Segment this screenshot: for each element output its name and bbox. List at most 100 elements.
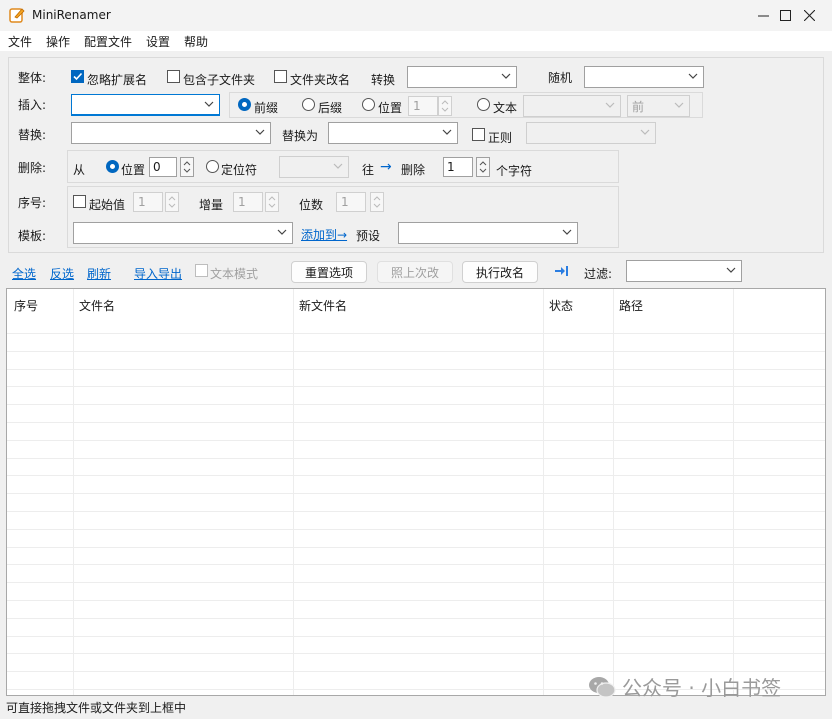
locator-select[interactable] [279, 156, 349, 178]
digits-label: 位数 [299, 198, 324, 212]
step-spinner[interactable]: 1 [233, 192, 263, 212]
replace-find-select[interactable] [71, 122, 271, 144]
app-icon [9, 8, 25, 23]
menu-settings[interactable]: 设置 [146, 33, 170, 50]
menu-help[interactable]: 帮助 [184, 33, 208, 50]
sequence-label: 序号: [18, 196, 47, 210]
locator-radio[interactable] [206, 160, 219, 173]
file-list-grid[interactable]: 序号 文件名 新文件名 状态 路径 [6, 288, 826, 696]
reset-options-button[interactable]: 重置选项 [291, 261, 367, 283]
grid-row-line [7, 440, 825, 441]
random-label: 随机 [548, 71, 573, 85]
execute-rename-button[interactable]: 执行改名 [462, 261, 538, 283]
insert-position-stepper[interactable] [438, 96, 452, 116]
chevron-down-icon [333, 163, 343, 169]
stepper-icon [479, 161, 487, 173]
convert-select[interactable] [407, 66, 517, 88]
ignore-ext-label: 忽略扩展名 [87, 73, 148, 87]
status-bar: 可直接拖拽文件或文件夹到上框中 [0, 697, 832, 719]
rename-folders-label: 文件夹改名 [290, 73, 351, 87]
start-label: 起始值 [89, 198, 126, 212]
select-all-link[interactable]: 全选 [12, 265, 36, 282]
start-spinner[interactable]: 1 [133, 192, 163, 212]
overall-label: 整体: [18, 71, 47, 85]
grid-row-line [7, 351, 825, 352]
suffix-radio[interactable] [302, 98, 315, 111]
delete-count-value: 1 [447, 160, 455, 174]
regex-select[interactable] [526, 122, 656, 144]
menu-config[interactable]: 配置文件 [84, 33, 132, 50]
menu-file[interactable]: 文件 [8, 33, 32, 50]
grid-row-line [7, 422, 825, 423]
position-label: 位置 [378, 101, 403, 115]
chars-label: 个字符 [496, 164, 533, 178]
random-select[interactable] [584, 66, 704, 88]
position-radio[interactable] [362, 98, 375, 111]
same-as-last-button[interactable]: 照上次改 [377, 261, 453, 283]
insert-position-spinner[interactable]: 1 [408, 96, 438, 116]
chevron-down-icon [442, 129, 452, 135]
delete-count-spinner[interactable]: 1 [443, 157, 473, 177]
delete-position-stepper[interactable] [180, 157, 194, 177]
invert-selection-link[interactable]: 反选 [50, 265, 74, 282]
rename-folders-checkbox[interactable] [274, 70, 287, 83]
filter-select[interactable] [626, 260, 742, 282]
wechat-icon [589, 676, 616, 698]
start-value: 1 [138, 195, 146, 209]
step-value: 1 [238, 195, 246, 209]
ignore-ext-checkbox[interactable] [71, 70, 84, 83]
replace-with-label: 替换为 [282, 129, 319, 143]
grid-row-line [7, 618, 825, 619]
chevron-down-icon [277, 229, 287, 235]
column-header-index[interactable]: 序号 [14, 297, 38, 314]
text-radio[interactable] [477, 98, 490, 111]
column-header-path[interactable]: 路径 [619, 297, 643, 314]
grid-row-line [7, 636, 825, 637]
grid-row-line [7, 653, 825, 654]
chevron-down-icon [605, 102, 615, 108]
grid-row-line [7, 386, 825, 387]
prefix-radio[interactable] [238, 98, 251, 111]
pin-icon[interactable] [554, 265, 570, 277]
refresh-link[interactable]: 刷新 [87, 265, 111, 282]
front-value: 前 [632, 100, 645, 114]
column-header-filename[interactable]: 文件名 [79, 297, 115, 314]
step-stepper[interactable] [265, 192, 279, 212]
status-text: 可直接拖拽文件或文件夹到上框中 [6, 701, 187, 715]
grid-row-line [7, 529, 825, 530]
column-header-new-filename[interactable]: 新文件名 [299, 297, 347, 314]
close-icon [803, 10, 815, 21]
include-subfolders-checkbox[interactable] [167, 70, 180, 83]
digits-stepper[interactable] [370, 192, 384, 212]
preset-select[interactable] [398, 222, 578, 244]
delete-to-label: 往 [362, 163, 375, 177]
column-header-status[interactable]: 状态 [549, 297, 573, 314]
suffix-label: 后缀 [318, 101, 343, 115]
chevron-down-icon [640, 129, 650, 135]
delete-label: 删除: [18, 161, 47, 175]
digits-value: 1 [341, 195, 349, 209]
start-checkbox[interactable] [73, 195, 86, 208]
digits-spinner[interactable]: 1 [336, 192, 366, 212]
add-to-link[interactable]: 添加到→ [301, 226, 347, 243]
delete-position-radio[interactable] [106, 160, 119, 173]
front-select[interactable]: 前 [627, 95, 690, 117]
delete-position-spinner[interactable]: 0 [149, 157, 177, 177]
start-stepper[interactable] [165, 192, 179, 212]
insert-input[interactable] [71, 94, 220, 116]
replace-with-select[interactable] [328, 122, 458, 144]
insert-text-select[interactable] [523, 95, 621, 117]
import-export-link[interactable]: 导入导出 [134, 265, 182, 282]
chevron-down-icon [688, 73, 698, 79]
text-mode-checkbox[interactable] [195, 264, 208, 277]
menu-operate[interactable]: 操作 [46, 33, 70, 50]
delete-direction-arrow[interactable]: → [380, 159, 392, 175]
delete-count-stepper[interactable] [476, 157, 490, 177]
chevron-down-icon [501, 73, 511, 79]
stepper-icon [168, 196, 176, 208]
regex-checkbox[interactable] [472, 128, 485, 141]
template-select[interactable] [73, 222, 293, 244]
grid-row-line [7, 404, 825, 405]
close-button[interactable] [786, 0, 832, 31]
chevron-down-icon [726, 267, 736, 273]
